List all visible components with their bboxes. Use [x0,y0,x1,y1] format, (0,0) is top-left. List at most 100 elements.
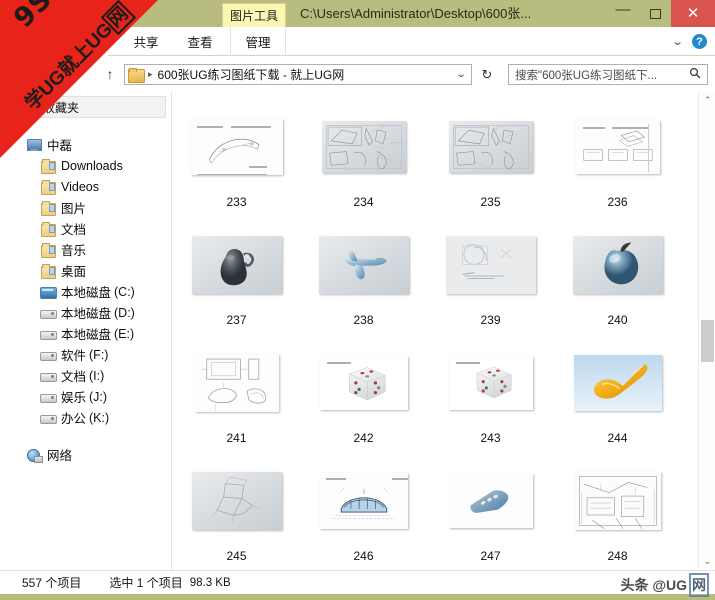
sidebar-item-办公[interactable]: 办公 (K:) [0,407,171,428]
help-icon[interactable]: ? [692,34,707,49]
sidebar-item-本地磁盘[interactable]: 本地磁盘 (D:) [0,302,171,323]
tab-share[interactable]: 共享 [122,27,170,56]
file-thumbnail-container [300,218,427,312]
file-item[interactable]: 244 [554,336,681,454]
file-thumbnail[interactable] [572,236,663,294]
sidebar-item-本地磁盘[interactable]: 本地磁盘 (C:) [0,281,171,302]
file-thumbnail-container [173,218,300,312]
file-thumbnail[interactable] [191,472,282,530]
sidebar-item-label: Videos [61,179,99,194]
file-name-label: 237 [226,313,247,327]
drive-icon [40,327,57,341]
tab-view[interactable]: 查看 [176,27,224,56]
maximize-button[interactable] [639,0,671,27]
sidebar-item-network[interactable]: 网络 [0,444,171,465]
file-item[interactable]: 243 [427,336,554,454]
file-item[interactable]: 237 [173,218,300,336]
drive-icon [40,369,57,383]
file-thumbnail-container [173,454,300,548]
file-item[interactable]: 233 [173,100,300,218]
file-thumbnail[interactable] [573,355,662,411]
file-thumbnail[interactable] [448,121,533,173]
search-box[interactable]: 搜索"600张UG练习图纸下... [508,64,708,85]
file-thumbnail-container [427,336,554,430]
sidebar-item-drive-letter: (I:) [89,368,105,383]
favorites-header[interactable]: 收藏夹 [34,96,166,118]
sidebar-item-Videos[interactable]: Videos [0,176,171,197]
sidebar-item-中磊[interactable]: 中磊 [0,134,171,155]
ribbon-right-controls: ⌄ ? [671,27,711,56]
drive-icon [40,306,57,320]
search-input[interactable]: 搜索"600张UG练习图纸下... [515,67,657,83]
chevron-down-icon[interactable]: ⌄ [671,35,684,48]
breadcrumb[interactable]: 600张UG练习图纸下载 - 就上UG网 [158,66,345,83]
file-item[interactable]: 241 [173,336,300,454]
scrollbar-thumb[interactable] [701,320,714,362]
file-name-label: 246 [353,549,374,563]
file-thumbnail[interactable] [194,354,279,412]
file-item[interactable]: 235 [427,100,554,218]
file-thumbnail[interactable] [575,120,660,174]
file-item[interactable]: 238 [300,218,427,336]
file-list-pane[interactable]: 233 234 235 236 237 238 239 240 241 242 243 244 245 2… [173,92,697,570]
sidebar-item-本地磁盘[interactable]: 本地磁盘 (E:) [0,323,171,344]
file-thumbnail[interactable] [190,119,283,175]
file-item[interactable]: 242 [300,336,427,454]
file-thumbnail[interactable] [448,356,533,410]
scroll-down-button[interactable]: ⌄ [699,553,715,570]
status-item-count: 557 个项目 [22,576,82,590]
navigate-up-button[interactable]: ↑ [100,64,120,84]
sidebar-item-娱乐[interactable]: 娱乐 (J:) [0,386,171,407]
file-thumbnail-container [173,100,300,194]
sidebar-item-桌面[interactable]: 桌面 [0,260,171,281]
file-item[interactable]: 248 [554,454,681,570]
file-thumbnail[interactable] [321,121,406,173]
sidebar-item-文档[interactable]: 文档 (I:) [0,365,171,386]
tab-manage[interactable]: 管理 [230,27,286,56]
sidebar-item-label: 软件 [61,349,87,363]
sidebar-item-drive-letter: (E:) [114,326,135,341]
sidebar-item-drive-letter: (J:) [89,389,108,404]
file-thumbnail[interactable] [318,236,409,294]
file-thumbnail[interactable] [319,356,408,410]
sidebar-item-音乐[interactable]: 音乐 [0,239,171,260]
sidebar-item-label: 办公 [61,412,87,426]
explorer-body: 收藏夹 中磊 Downloads Videos 图片 文档 音乐 桌面 本地磁盘 (C:) 本地磁… [0,92,715,570]
tab-view-label: 查看 [187,36,213,50]
file-item[interactable]: 245 [173,454,300,570]
minimize-button[interactable]: — [607,0,639,27]
file-item[interactable]: 246 [300,454,427,570]
scroll-up-button[interactable]: ⌃ [699,92,715,109]
chevron-right-icon: ▸ [148,69,153,79]
file-name-label: 245 [226,549,247,563]
vertical-scrollbar[interactable]: ⌃ ⌄ [698,92,715,570]
file-name-label: 241 [226,431,247,445]
file-thumbnail[interactable] [319,473,408,529]
file-name-label: 234 [353,195,374,209]
refresh-button[interactable]: ↻ [476,64,498,85]
file-thumbnail[interactable] [574,472,661,530]
file-item[interactable]: 236 [554,100,681,218]
sidebar-item-软件[interactable]: 软件 (F:) [0,344,171,365]
sidebar-item-label: 图片 [61,202,87,216]
file-item[interactable]: 240 [554,218,681,336]
file-item[interactable]: 247 [427,454,554,570]
file-item[interactable]: 234 [300,100,427,218]
sidebar-item-label: 音乐 [61,244,87,258]
file-thumbnail[interactable] [445,236,536,294]
file-item[interactable]: 239 [427,218,554,336]
file-name-label: 239 [480,313,501,327]
file-thumbnail[interactable] [191,236,282,294]
contextual-tab-picture-tools[interactable]: 图片工具 [222,3,286,27]
file-thumbnail[interactable] [448,474,533,528]
sidebar-item-Downloads[interactable]: Downloads [0,155,171,176]
computer-icon [26,138,42,152]
sidebar-item-文档[interactable]: 文档 [0,218,171,239]
chevron-down-icon[interactable]: ⌄ [455,69,466,80]
status-selection-size: 98.3 KB [189,576,231,589]
sidebar-item-图片[interactable]: 图片 [0,197,171,218]
sidebar-item-drive-letter: (K:) [89,410,110,425]
address-bar[interactable]: ▸ 600张UG练习图纸下载 - 就上UG网 ⌄ [124,64,472,85]
close-button[interactable]: ✕ [671,0,715,27]
sidebar-item-label: 中磊 [47,139,73,153]
